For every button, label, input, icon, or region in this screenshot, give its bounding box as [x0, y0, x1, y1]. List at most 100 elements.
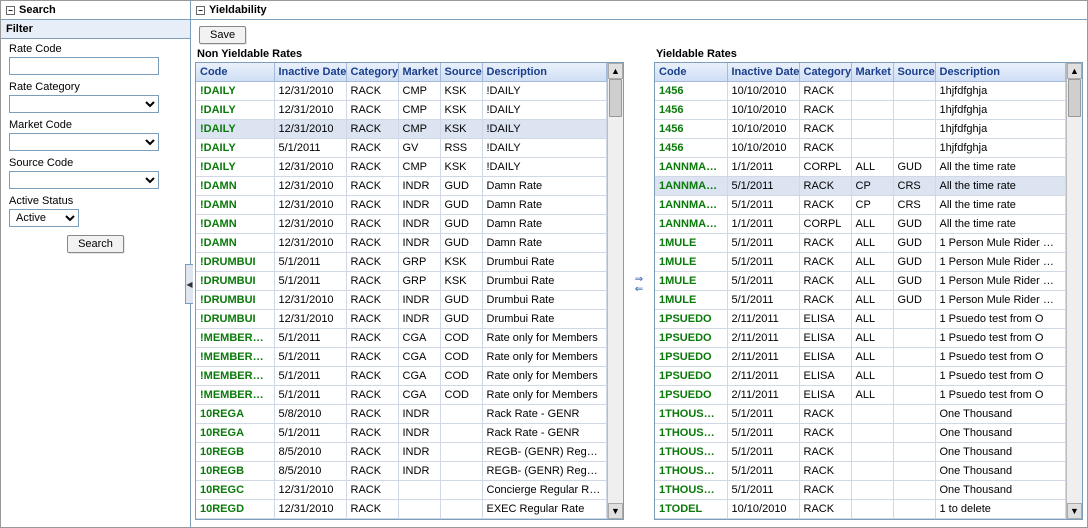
table-row[interactable]: !DAMN12/31/2010RACKINDRGUDDamn Rate — [196, 177, 607, 196]
table-row[interactable]: 1MULE5/1/2011RACKALLGUD1 Person Mule Rid… — [655, 253, 1066, 272]
yieldable-scrollbar[interactable]: ▲ ▼ — [1066, 63, 1082, 519]
table-row[interactable]: 145610/10/2010RACK1hjfdfghja — [655, 120, 1066, 139]
scroll-down-icon[interactable]: ▼ — [608, 503, 623, 519]
source-code-label: Source Code — [9, 157, 182, 169]
table-row[interactable]: 1ANNMARIE1/1/2011CORPLALLGUDAll the time… — [655, 158, 1066, 177]
save-button[interactable]: Save — [199, 26, 246, 44]
col-market[interactable]: Market — [851, 63, 893, 82]
cell-description: 1 Person Mule Rider Package — [935, 234, 1066, 253]
table-row[interactable]: 1THOUSAND5/1/2011RACKOne Thousand — [655, 481, 1066, 500]
search-button[interactable]: Search — [67, 235, 124, 253]
table-row[interactable]: !DAILY5/1/2011RACKGVRSS!DAILY — [196, 139, 607, 158]
panel-splitter-handle[interactable]: ◀ — [185, 264, 193, 304]
cell-market — [398, 481, 440, 500]
cell-category: RACK — [346, 424, 398, 443]
table-row[interactable]: 145610/10/2010RACK1hjfdfghja — [655, 139, 1066, 158]
cell-market: GRP — [398, 272, 440, 291]
table-row[interactable]: !DAILY12/31/2010RACKCMPKSK!DAILY — [196, 101, 607, 120]
table-row[interactable]: 145610/10/2010RACK1hjfdfghja — [655, 82, 1066, 101]
table-row[interactable]: 1PSUEDO2/11/2011ELISAALL1 Psuedo test fr… — [655, 348, 1066, 367]
table-row[interactable]: !DRUMBUI5/1/2011RACKGRPKSKDrumbui Rate — [196, 272, 607, 291]
scroll-thumb[interactable] — [1068, 79, 1081, 117]
table-row[interactable]: !MEMBER_RA...5/1/2011RACKCGACODRate only… — [196, 386, 607, 405]
cell-code: 1ANNMARIE — [655, 177, 727, 196]
col-description[interactable]: Description — [935, 63, 1066, 82]
table-row[interactable]: !DAILY12/31/2010RACKCMPKSK!DAILY — [196, 158, 607, 177]
move-left-icon[interactable]: ⇐ — [632, 285, 646, 295]
rate-code-input[interactable] — [9, 57, 159, 75]
table-row[interactable]: 10REGD12/31/2010RACKEXEC Regular Rate — [196, 500, 607, 519]
table-row[interactable]: !DRUMBUI5/1/2011RACKGRPKSKDrumbui Rate — [196, 253, 607, 272]
cell-description: 1 Psuedo test from O — [935, 367, 1066, 386]
table-row[interactable]: !MEMBER_RA...5/1/2011RACKCGACODRate only… — [196, 348, 607, 367]
col-category[interactable]: Category — [346, 63, 398, 82]
source-code-select[interactable] — [9, 171, 159, 189]
cell-source: GUD — [893, 215, 935, 234]
cell-code: !DRUMBUI — [196, 272, 274, 291]
table-row[interactable]: 1PSUEDO2/11/2011ELISAALL1 Psuedo test fr… — [655, 310, 1066, 329]
col-source[interactable]: Source — [440, 63, 482, 82]
rate-category-select[interactable] — [9, 95, 159, 113]
cell-source — [893, 82, 935, 101]
non-yieldable-scrollbar[interactable]: ▲ ▼ — [607, 63, 623, 519]
col-description[interactable]: Description — [482, 63, 607, 82]
table-row[interactable]: 1THOUSAND5/1/2011RACKOne Thousand — [655, 424, 1066, 443]
table-row[interactable]: 1ANNMARIE5/1/2011RACKCPCRSAll the time r… — [655, 196, 1066, 215]
collapse-icon[interactable]: − — [6, 6, 15, 15]
table-row[interactable]: !DAILY12/31/2010RACKCMPKSK!DAILY — [196, 82, 607, 101]
scroll-up-icon[interactable]: ▲ — [608, 63, 623, 79]
rate-category-label: Rate Category — [9, 81, 182, 93]
table-row[interactable]: 10REGB8/5/2010RACKINDRREGB- (GENR) Regul… — [196, 443, 607, 462]
cell-market — [851, 443, 893, 462]
col-code[interactable]: Code — [655, 63, 727, 82]
table-row[interactable]: 10REGA5/8/2010RACKINDRRack Rate - GENR — [196, 405, 607, 424]
col-source[interactable]: Source — [893, 63, 935, 82]
table-row[interactable]: 1THOUSAND5/1/2011RACKOne Thousand — [655, 443, 1066, 462]
table-row[interactable]: 1ANNMARIE5/1/2011RACKCPCRSAll the time r… — [655, 177, 1066, 196]
table-row[interactable]: 1MULE5/1/2011RACKALLGUD1 Person Mule Rid… — [655, 234, 1066, 253]
table-row[interactable]: !DAMN12/31/2010RACKINDRGUDDamn Rate — [196, 215, 607, 234]
table-row[interactable]: 1THOUSAND5/1/2011RACKOne Thousand — [655, 405, 1066, 424]
table-row[interactable]: !DRUMBUI12/31/2010RACKINDRGUDDrumbui Rat… — [196, 310, 607, 329]
table-row[interactable]: !DRUMBUI12/31/2010RACKINDRGUDDrumbui Rat… — [196, 291, 607, 310]
table-row[interactable]: 1MULE5/1/2011RACKALLGUD1 Person Mule Rid… — [655, 272, 1066, 291]
table-row[interactable]: 1MULE5/1/2011RACKALLGUD1 Person Mule Rid… — [655, 291, 1066, 310]
col-category[interactable]: Category — [799, 63, 851, 82]
scroll-thumb[interactable] — [609, 79, 622, 117]
market-code-label: Market Code — [9, 119, 182, 131]
market-code-select[interactable] — [9, 133, 159, 151]
col-market[interactable]: Market — [398, 63, 440, 82]
table-row[interactable]: 1PSUEDO2/11/2011ELISAALL1 Psuedo test fr… — [655, 329, 1066, 348]
cell-market — [398, 500, 440, 519]
table-row[interactable]: 1TODEL10/10/2010RACK1 to delete — [655, 500, 1066, 519]
table-row[interactable]: 1THOUSAND5/1/2011RACKOne Thousand — [655, 462, 1066, 481]
active-status-select[interactable]: Active — [9, 209, 79, 227]
table-row[interactable]: !MEMBER_RA...5/1/2011RACKCGACODRate only… — [196, 329, 607, 348]
table-row[interactable]: 10REGA5/1/2011RACKINDRRack Rate - GENR — [196, 424, 607, 443]
cell-category: RACK — [346, 158, 398, 177]
cell-inactive: 5/1/2011 — [727, 291, 799, 310]
col-code[interactable]: Code — [196, 63, 274, 82]
table-row[interactable]: 1ANNMARIE1/1/2011CORPLALLGUDAll the time… — [655, 215, 1066, 234]
cell-code: 10REGA — [196, 405, 274, 424]
table-row[interactable]: !DAMN12/31/2010RACKINDRGUDDamn Rate — [196, 196, 607, 215]
move-right-icon[interactable]: ⇒ — [632, 275, 646, 285]
table-row[interactable]: 145610/10/2010RACK1hjfdfghja — [655, 101, 1066, 120]
scroll-up-icon[interactable]: ▲ — [1067, 63, 1082, 79]
table-row[interactable]: !DAMN12/31/2010RACKINDRGUDDamn Rate — [196, 234, 607, 253]
cell-description: Rate only for Members — [482, 386, 607, 405]
table-row[interactable]: !DAILY12/31/2010RACKCMPKSK!DAILY — [196, 120, 607, 139]
col-inactive[interactable]: Inactive Date — [727, 63, 799, 82]
cell-inactive: 10/10/2010 — [727, 500, 799, 519]
cell-inactive: 8/5/2010 — [274, 462, 346, 481]
col-inactive[interactable]: Inactive Date — [274, 63, 346, 82]
cell-description: All the time rate — [935, 177, 1066, 196]
scroll-down-icon[interactable]: ▼ — [1067, 503, 1082, 519]
table-row[interactable]: 1PSUEDO2/11/2011ELISAALL1 Psuedo test fr… — [655, 386, 1066, 405]
table-row[interactable]: !MEMBER_RA...5/1/2011RACKCGACODRate only… — [196, 367, 607, 386]
table-row[interactable]: 1PSUEDO2/11/2011ELISAALL1 Psuedo test fr… — [655, 367, 1066, 386]
collapse-icon[interactable]: − — [196, 6, 205, 15]
table-row[interactable]: 10REGC12/31/2010RACKConcierge Regular Ra… — [196, 481, 607, 500]
cell-source: GUD — [893, 253, 935, 272]
table-row[interactable]: 10REGB8/5/2010RACKINDRREGB- (GENR) Regul… — [196, 462, 607, 481]
